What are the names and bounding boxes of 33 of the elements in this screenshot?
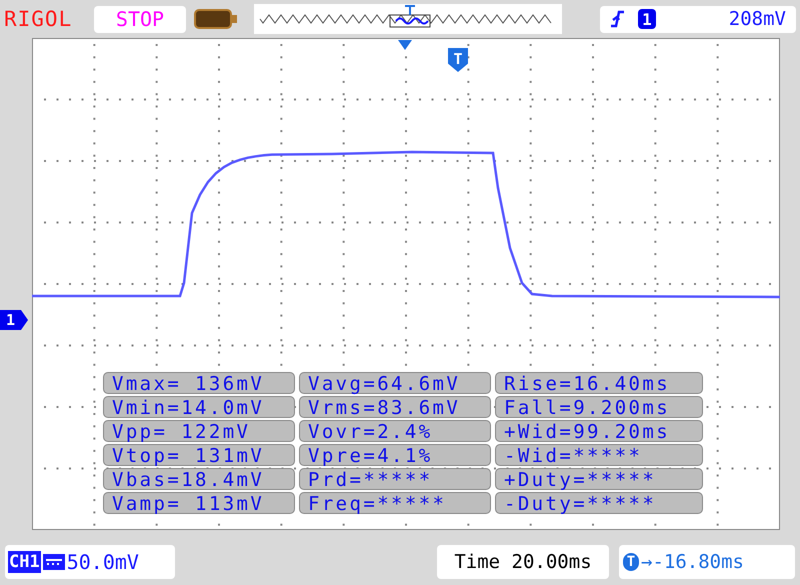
measurement-cell: Vbas=18.4mV: [103, 468, 295, 490]
measurement-cell: Vtop= 131mV: [103, 444, 295, 466]
measurement-cell: -Wid=*****: [495, 444, 703, 466]
measurement-cell: Vovr=2.4%: [299, 420, 491, 442]
measurement-cell: -Duty=*****: [495, 492, 703, 514]
trigger-position-icon: [398, 40, 412, 50]
measurement-cell: Prd=*****: [299, 468, 491, 490]
measurement-cell: +Duty=*****: [495, 468, 703, 490]
rising-edge-icon: [610, 10, 624, 28]
measurement-cell: Vmin=14.0mV: [103, 396, 295, 418]
channel-badge: 1: [638, 9, 656, 29]
channel-label: CH1: [8, 551, 41, 573]
channel-marker: 1: [0, 310, 28, 330]
measurement-cell: Rise=16.40ms: [495, 372, 703, 394]
measurement-cell: Fall=9.200ms: [495, 396, 703, 418]
measurement-cell: +Wid=99.20ms: [495, 420, 703, 442]
measurement-cell: Vamp= 113mV: [103, 492, 295, 514]
trigger-level: 208mV: [728, 8, 786, 30]
trigger-marker: T: [448, 48, 468, 72]
measurement-cell: Freq=*****: [299, 492, 491, 514]
vertical-scale: 50.0mV: [66, 550, 139, 574]
measurement-cell: Vpre=4.1%: [299, 444, 491, 466]
measurement-cell: Vrms=83.6mV: [299, 396, 491, 418]
measurement-cell: Vavg=64.6mV: [299, 372, 491, 394]
brand-logo: RIGOL: [4, 7, 74, 31]
time-base: Time 20.00ms: [437, 545, 609, 579]
measurement-cell: Vpp= 122mV: [103, 420, 295, 442]
trigger-offset-marker: T: [623, 553, 639, 571]
battery-icon: [194, 8, 238, 30]
run-state: STOP: [94, 6, 186, 32]
measurement-cell: Vmax= 136mV: [103, 372, 295, 394]
trigger-offset: →-16.80ms: [641, 551, 744, 573]
coupling-icon: [42, 554, 65, 570]
